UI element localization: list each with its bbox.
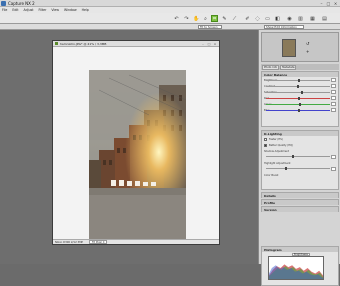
rotate-cw-icon[interactable]: ↷	[183, 15, 190, 22]
panel-icon[interactable]: ▤	[321, 15, 328, 22]
rotate-ccw-icon[interactable]: ↶	[173, 15, 180, 22]
close-icon[interactable]: ×	[213, 42, 217, 46]
brush-icon[interactable]: ✐	[244, 15, 251, 22]
image-status-bar: Nikon D300 2/12 3MP Fit Pixel X	[53, 239, 219, 244]
status-zoom-select[interactable]: Fit Pixel X	[89, 240, 108, 244]
title-bar: Capture NX 2 – □ ×	[0, 0, 340, 7]
slider-row[interactable]: Blue	[262, 107, 338, 113]
tab-metadata[interactable]: Metadata	[280, 64, 297, 70]
layout-icon[interactable]: ▥	[297, 15, 304, 22]
mode-select[interactable]: Show Edit Information	[264, 25, 304, 29]
radio-icon[interactable]	[264, 137, 267, 141]
profile-section: Profile	[261, 199, 339, 205]
grid-icon[interactable]: ▦	[309, 15, 316, 22]
lasso-icon[interactable]: ◌	[254, 15, 261, 22]
color-balance-section: Color Balance Brightness Contrast Satura…	[261, 71, 339, 127]
zoom-select[interactable]: Fit to Screen	[198, 25, 222, 29]
menu-file[interactable]: File	[2, 8, 7, 12]
right-panel: ↺ + Photo Info Metadata Color Balance Br…	[258, 30, 340, 286]
maximize-icon[interactable]: □	[207, 42, 211, 46]
section-title[interactable]: Details	[262, 193, 338, 198]
rotate-icon[interactable]: ↺	[306, 41, 309, 46]
tab-photo-info[interactable]: Photo Info	[262, 64, 280, 70]
details-section: Details	[261, 192, 339, 198]
section-title[interactable]: Version	[262, 207, 338, 212]
section-title[interactable]: Profile	[262, 200, 338, 205]
app-icon	[1, 0, 6, 6]
thumbnail[interactable]	[282, 39, 296, 57]
menu-view[interactable]: View	[51, 8, 59, 12]
image-window-titlebar[interactable]: hamnlohn.JPG* @ 41% / 3,3MB	[53, 41, 219, 47]
menu-window[interactable]: Window	[64, 8, 77, 12]
capture-nx-app: Capture NX 2 – □ × File Edit Adjust Filt…	[0, 0, 340, 286]
histogram-title[interactable]: Histogram	[262, 247, 338, 252]
menu-filter[interactable]: Filter	[39, 8, 47, 12]
image-window-title: hamnlohn.JPG* @ 41% / 3,3MB	[60, 41, 107, 46]
color-picker-icon[interactable]: ✎	[221, 15, 228, 22]
menu-adjust[interactable]: Adjust	[24, 8, 34, 12]
street-photo	[89, 70, 186, 241]
image-window: hamnlohn.JPG* @ 41% / 3,3MB – □ × Nikon …	[52, 40, 220, 245]
version-section: Version	[261, 206, 339, 212]
slider-row[interactable]: Color Boost	[262, 172, 338, 178]
histogram-panel: Histogram Brightness	[261, 246, 339, 286]
close-icon[interactable]: ×	[333, 1, 338, 6]
main-toolbar: ↶ ↷ ✋ ⌕ ⌗ ✎ ⟋ ✐ ◌ ▭ ◧ ◉ ▥ ▦ ▤	[0, 13, 340, 24]
d-lighting-section: D-Lighting Faster (HS) Better Quality (H…	[261, 130, 339, 190]
fill-icon[interactable]: ◉	[286, 15, 293, 22]
histogram-graph	[268, 256, 324, 280]
image-icon	[55, 42, 58, 45]
zoom-in-icon[interactable]: +	[306, 49, 309, 54]
zoom-icon[interactable]: ⌕	[202, 15, 209, 22]
selection-icon[interactable]: ▭	[264, 15, 271, 22]
maximize-icon[interactable]: □	[326, 1, 331, 6]
gradient-icon[interactable]: ◧	[274, 15, 281, 22]
hand-icon[interactable]: ✋	[193, 15, 200, 22]
image-info: Nikon D300 2/12 3MP	[55, 240, 83, 244]
straighten-icon[interactable]: ⟋	[231, 15, 238, 22]
bird-eye-view: ↺ +	[261, 32, 339, 62]
window-title: Capture NX 2	[8, 0, 35, 6]
minimize-icon[interactable]: –	[201, 42, 205, 46]
radio-icon[interactable]	[264, 143, 267, 147]
crop-icon[interactable]: ⌗	[211, 15, 218, 22]
panel-tabs: Photo Info Metadata	[261, 64, 339, 70]
menu-help[interactable]: Help	[82, 8, 89, 12]
menu-edit[interactable]: Edit	[12, 8, 18, 12]
minimize-icon[interactable]: –	[319, 1, 324, 6]
